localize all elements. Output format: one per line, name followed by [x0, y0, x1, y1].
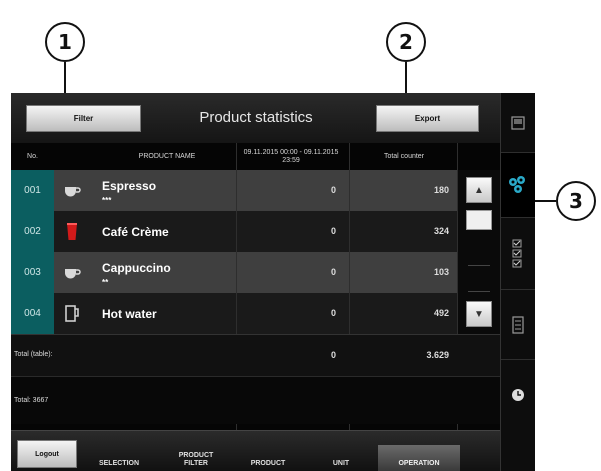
- scroll-thumb[interactable]: [466, 210, 492, 230]
- column-header-no: No.: [27, 152, 38, 160]
- overall-total-label: Total: 3667: [14, 397, 49, 404]
- product-strength: **: [102, 278, 109, 287]
- tab-product[interactable]: PRODUCT: [233, 460, 303, 468]
- callout-2: 2: [386, 22, 426, 62]
- table-row[interactable]: 002 Café Crème 0 324: [11, 211, 458, 252]
- scroll-column: ▲ ▼: [458, 170, 500, 334]
- tab-selection[interactable]: SELECTION: [89, 460, 149, 468]
- table-row[interactable]: 001 Espresso *** 0 180: [11, 170, 458, 211]
- scroll-track-mark: [468, 291, 490, 292]
- total-count: 180: [433, 185, 449, 195]
- product-name: Espresso: [102, 179, 157, 193]
- table-row[interactable]: 003 Cappuccino ** 0 103: [11, 252, 458, 293]
- total-count: 492: [433, 308, 449, 318]
- scroll-up-button[interactable]: ▲: [466, 177, 492, 203]
- total-count: 103: [433, 267, 449, 277]
- total-period-value: 0: [330, 350, 336, 360]
- tab-operation[interactable]: OPERATION: [378, 445, 460, 471]
- callout-3-number: 3: [569, 189, 583, 213]
- period-count: 0: [330, 267, 336, 277]
- callout-1: 1: [45, 22, 85, 62]
- export-button[interactable]: Export: [376, 105, 479, 132]
- chevron-up-icon: ▲: [474, 184, 484, 196]
- tab-operation-label: OPERATION: [398, 460, 440, 467]
- chevron-down-icon: ▼: [474, 308, 484, 320]
- cup-icon: [65, 187, 81, 197]
- product-name: Café Crème: [102, 225, 169, 239]
- row-number: 004: [11, 293, 54, 334]
- column-header-product-name: PRODUCT NAME: [138, 152, 196, 160]
- filter-button[interactable]: Filter: [26, 105, 141, 132]
- period-count: 0: [330, 308, 336, 318]
- period-count: 0: [330, 226, 336, 236]
- row-number: 001: [11, 170, 54, 211]
- table-total-row: Total (table): 0 3.629: [11, 334, 500, 376]
- column-header-total-counter: Total counter: [383, 152, 425, 160]
- mug-icon: [65, 305, 79, 322]
- bottom-navigation: Logout SELECTION PRODUCT FILTER PRODUCT …: [11, 430, 500, 471]
- table-row[interactable]: 004 Hot water 0 492: [11, 293, 458, 334]
- clock-icon: [512, 389, 524, 401]
- tab-selection-label: SELECTION: [98, 460, 140, 467]
- tab-unit-label: UNIT: [332, 460, 350, 467]
- scroll-track-mark: [468, 265, 490, 266]
- scroll-down-button[interactable]: ▼: [466, 301, 492, 327]
- row-number: 002: [11, 211, 54, 252]
- row-number: 003: [11, 252, 54, 293]
- sidebar-item-screen[interactable]: [501, 93, 535, 153]
- sidebar-item-clock[interactable]: [501, 360, 535, 430]
- logout-button[interactable]: Logout: [17, 440, 77, 468]
- total-counter-value: 3.629: [426, 350, 449, 360]
- sidebar-item-document[interactable]: [501, 290, 535, 360]
- logout-label: Logout: [35, 450, 59, 458]
- product-name: Hot water: [102, 307, 157, 321]
- filter-button-label: Filter: [73, 114, 94, 123]
- callout-1-number: 1: [58, 30, 72, 54]
- callout-2-number: 2: [399, 30, 413, 54]
- total-count: 324: [433, 226, 449, 236]
- statistics-icon: [509, 176, 525, 193]
- red-cup-icon: [67, 223, 77, 240]
- device-screen: Filter Product statistics Export No. PRO…: [11, 93, 500, 471]
- sidebar-item-checklist[interactable]: [501, 218, 535, 290]
- product-strength: ***: [102, 196, 112, 205]
- period-count: 0: [330, 185, 336, 195]
- total-table-label: Total (table):: [14, 351, 53, 358]
- document-icon: [512, 315, 524, 334]
- sidebar-item-statistics[interactable]: [501, 153, 535, 218]
- top-bar: Filter Product statistics Export: [11, 93, 500, 143]
- callout-3: 3: [556, 181, 596, 221]
- screen-icon: [511, 115, 525, 130]
- overall-total-row: Total: 3667: [11, 376, 500, 424]
- page-title: Product statistics: [199, 109, 313, 126]
- checklist-icon: [512, 239, 522, 267]
- manual-figure: 1 2 3 Filter Product statistics Export N…: [0, 0, 601, 471]
- tab-unit[interactable]: UNIT: [311, 460, 371, 468]
- column-header-period: 09.11.2015 00:00 - 09.11.2015 23:59: [243, 148, 339, 164]
- right-sidebar: [500, 93, 535, 471]
- export-button-label: Export: [414, 114, 441, 123]
- product-name: Cappuccino: [102, 261, 171, 275]
- tab-product-label: PRODUCT: [250, 460, 286, 467]
- tab-product-filter[interactable]: PRODUCT FILTER: [171, 452, 221, 468]
- tab-product-filter-label: PRODUCT FILTER: [178, 452, 214, 467]
- cup-icon: [65, 269, 81, 279]
